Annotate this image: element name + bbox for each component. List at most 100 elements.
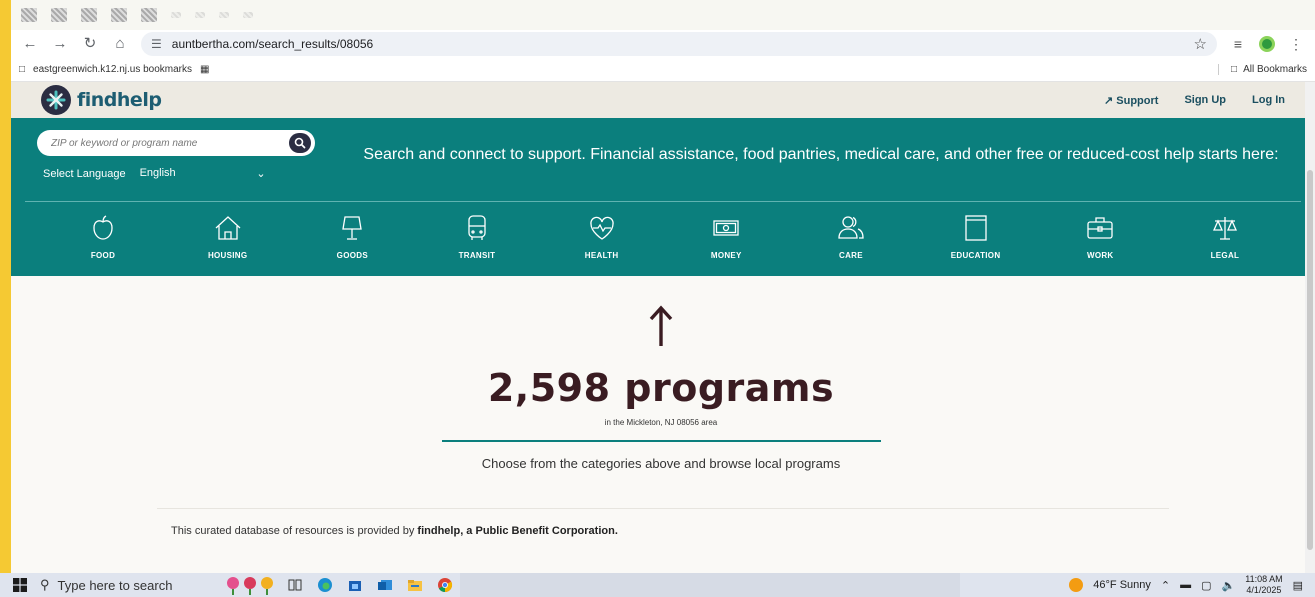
category-label: WORK (1086, 251, 1114, 260)
sign-up-link[interactable]: Sign Up (1184, 94, 1226, 107)
tab-favicon[interactable] (21, 8, 37, 22)
book-icon (964, 215, 987, 241)
tab-favicon[interactable] (243, 12, 253, 18)
language-label: Select Language (43, 167, 126, 180)
money-icon (713, 220, 739, 236)
tab-favicon[interactable] (111, 8, 127, 22)
category-label: TRANSIT (458, 251, 496, 260)
taskbar-empty-area (460, 573, 960, 597)
bookmark-folder-icon: □ (19, 64, 26, 75)
tab-favicon[interactable] (171, 12, 181, 18)
extension-icon[interactable] (1259, 36, 1275, 52)
category-food[interactable]: FOOD (63, 213, 143, 260)
scales-icon (1212, 217, 1237, 240)
bookmark-star-icon[interactable]: ☆ (1194, 35, 1207, 53)
forward-icon[interactable]: → (51, 35, 69, 53)
browse-instruction: Choose from the categories above and bro… (481, 456, 841, 471)
category-label: LEGAL (1210, 251, 1240, 260)
results-panel: 2,598 programs in the Mickleton, NJ 0805… (11, 276, 1305, 573)
tab-strip (11, 0, 1315, 30)
curated-notice: This curated database of resources is pr… (171, 525, 618, 537)
windows-logo-icon (13, 578, 27, 592)
windows-taskbar: ⚲ Type here to search 46°F Sunny ⌃ ▬ ▢ 🔈… (0, 573, 1315, 597)
weather-text[interactable]: 46°F Sunny (1093, 579, 1151, 591)
url-text: auntbertha.com/search_results/08056 (171, 37, 374, 51)
search-icon: ⚲ (40, 577, 50, 592)
scroll-thumb[interactable] (1307, 170, 1313, 550)
outlook-icon[interactable] (370, 577, 400, 593)
heart-pulse-icon (589, 216, 614, 240)
log-in-link[interactable]: Log In (1252, 94, 1285, 107)
start-button[interactable] (0, 578, 40, 592)
category-money[interactable]: MONEY (686, 213, 766, 260)
task-view-icon[interactable] (280, 578, 310, 592)
hero-divider (25, 201, 1301, 202)
category-label: EDUCATION (950, 251, 1001, 260)
taskbar-search-placeholder: Type here to search (57, 577, 173, 593)
tab-favicon[interactable] (219, 12, 229, 18)
category-legal[interactable]: LEGAL (1185, 213, 1265, 260)
lamp-icon (342, 216, 363, 240)
search-button[interactable] (289, 133, 311, 153)
category-education[interactable]: EDUCATION (936, 213, 1016, 260)
language-row: Select Language English ⌄ (43, 167, 266, 180)
reload-icon[interactable]: ↻ (81, 35, 99, 53)
all-bookmarks[interactable]: All Bookmarks (1243, 64, 1307, 75)
tagline: Search and connect to support. Financial… (363, 146, 1279, 163)
clock[interactable]: 11:08 AM 4/1/2025 (1245, 574, 1282, 596)
tab-favicon[interactable] (81, 8, 97, 22)
battery-icon[interactable]: ▬ (1180, 579, 1191, 591)
program-count: 2,598 programs (487, 366, 835, 410)
file-explorer-icon[interactable] (400, 577, 430, 593)
chevron-up-icon[interactable]: ⌃ (1161, 579, 1170, 592)
menu-icon[interactable]: ⋮ (1287, 35, 1305, 53)
category-work[interactable]: WORK (1060, 213, 1140, 260)
edge-icon[interactable] (310, 577, 340, 593)
curated-prefix: This curated database of resources is pr… (171, 525, 418, 537)
tab-favicon[interactable] (51, 8, 67, 22)
footer-divider (157, 508, 1169, 509)
bookmarks-bar: □ eastgreenwich.k12.nj.us bookmarks ▦ □ … (11, 58, 1315, 82)
house-icon (215, 216, 241, 240)
category-goods[interactable]: GOODS (312, 213, 392, 260)
back-icon[interactable]: ← (21, 35, 39, 53)
tab-favicon[interactable] (195, 12, 205, 18)
category-label: MONEY (710, 251, 742, 260)
support-link[interactable]: ↗ Support (1104, 94, 1158, 107)
divider (442, 440, 881, 442)
page-scrollbar[interactable] (1305, 82, 1315, 573)
findhelp-logo[interactable]: findhelp (41, 85, 162, 115)
apps-grid-icon[interactable]: ▦ (200, 64, 209, 75)
language-select[interactable]: English ⌄ (140, 167, 266, 180)
hero-banner: Select Language English ⌄ Search and con… (11, 118, 1315, 276)
store-icon[interactable] (340, 577, 370, 593)
volume-icon[interactable]: 🔈 (1222, 579, 1236, 592)
tulips-icon[interactable] (220, 575, 280, 595)
tab-favicon[interactable] (141, 8, 157, 22)
taskbar-search[interactable]: ⚲ Type here to search (40, 577, 220, 593)
category-health[interactable]: HEALTH (562, 213, 642, 260)
clock-date: 4/1/2025 (1246, 585, 1282, 595)
system-tray: 46°F Sunny ⌃ ▬ ▢ 🔈 11:08 AM 4/1/2025 ▤ (1069, 574, 1315, 596)
external-link-icon: ↗ (1103, 94, 1117, 107)
address-bar[interactable]: ☰ auntbertha.com/search_results/08056 ☆ (141, 32, 1217, 56)
home-icon[interactable]: ⌂ (111, 35, 129, 53)
people-icon (838, 216, 864, 239)
category-housing[interactable]: HOUSING (188, 213, 268, 260)
browser-toolbar: ← → ↻ ⌂ ☰ auntbertha.com/search_results/… (11, 30, 1315, 58)
reading-list-icon[interactable]: ≡ (1229, 35, 1247, 53)
site-info-icon[interactable]: ☰ (151, 37, 162, 51)
category-transit[interactable]: TRANSIT (437, 213, 517, 260)
search-input[interactable] (51, 137, 281, 149)
folder-icon: □ (1231, 64, 1238, 75)
bookmark-folder[interactable]: eastgreenwich.k12.nj.us bookmarks (33, 64, 192, 75)
briefcase-icon (1087, 217, 1113, 239)
category-bar: FOOD HOUSING GOODS TRANSIT HEALTH MONEY (11, 213, 1301, 260)
category-care[interactable]: CARE (811, 213, 891, 260)
logo-mark-icon (41, 85, 71, 115)
weather-icon[interactable] (1069, 578, 1084, 592)
site-header: findhelp ↗ Support Sign Up Log In (11, 82, 1315, 118)
network-icon[interactable]: ▢ (1201, 579, 1211, 592)
chrome-icon[interactable] (430, 577, 460, 593)
notification-icon[interactable]: ▤ (1293, 579, 1303, 592)
